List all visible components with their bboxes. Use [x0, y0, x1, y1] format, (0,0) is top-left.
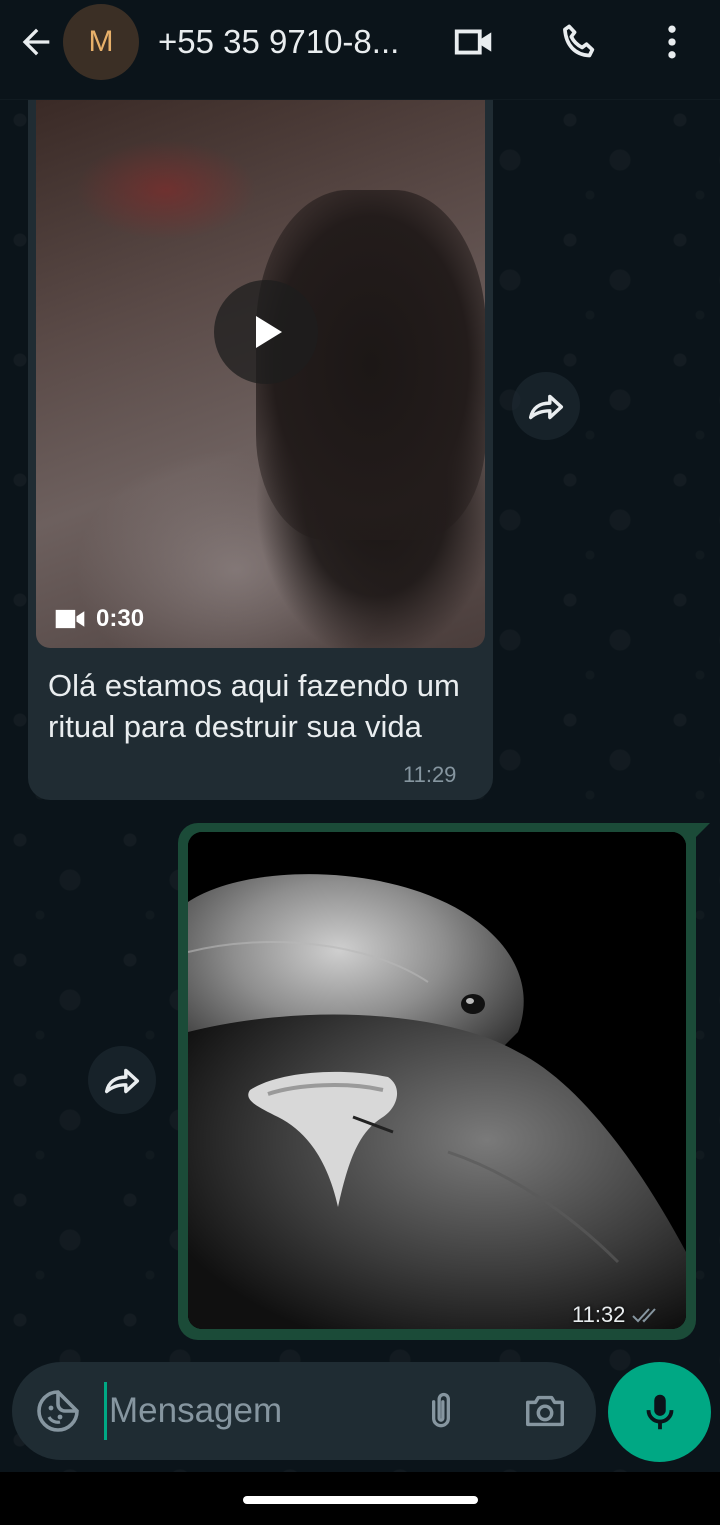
voice-message-button[interactable]	[608, 1362, 711, 1462]
message-time: 11:29	[403, 762, 457, 787]
voice-call-button[interactable]	[555, 18, 603, 66]
attach-button[interactable]	[417, 1387, 465, 1435]
double-check-icon	[632, 1308, 657, 1323]
message-input[interactable]	[104, 1382, 404, 1440]
pigeon-photo[interactable]: 11:32	[188, 832, 686, 1329]
bubble-tail	[694, 823, 710, 839]
chat-header: M +55 35 9710-8...	[0, 0, 720, 100]
outgoing-message-bubble[interactable]: 11:32	[178, 823, 710, 1340]
pigeon-image	[188, 832, 686, 1329]
incoming-message-bubble[interactable]: 0:30 Olá estamos aqui fazendo um ritual …	[28, 100, 493, 800]
contact-avatar[interactable]: M	[63, 4, 139, 80]
video-thumbnail[interactable]: 0:30	[36, 100, 485, 648]
video-duration: 0:30	[54, 605, 144, 633]
video-camera-icon	[454, 29, 492, 55]
camera-button[interactable]	[521, 1387, 569, 1435]
back-button[interactable]	[14, 20, 58, 64]
camera-icon	[526, 1395, 564, 1427]
forward-button[interactable]	[88, 1046, 156, 1114]
paperclip-icon	[432, 1392, 450, 1428]
play-icon	[256, 316, 282, 348]
sticker-button[interactable]	[34, 1387, 82, 1435]
message-composer	[12, 1362, 596, 1460]
message-caption: Olá estamos aqui fazendo um ritual para …	[48, 668, 460, 744]
microphone-icon	[646, 1394, 673, 1430]
message-time: 11:32	[572, 1302, 626, 1327]
forward-button[interactable]	[512, 372, 580, 440]
contact-name[interactable]: +55 35 9710-8...	[158, 20, 426, 64]
sticker-icon	[37, 1390, 79, 1432]
message-time-meta: 11:32	[572, 1302, 661, 1328]
video-call-button[interactable]	[450, 18, 498, 66]
phone-icon	[563, 24, 595, 58]
forward-icon	[104, 1068, 140, 1094]
video-duration-label: 0:30	[96, 605, 145, 632]
forward-icon	[528, 394, 564, 420]
avatar-initial: M	[88, 25, 114, 58]
more-vertical-icon	[668, 25, 676, 59]
video-camera-icon	[55, 609, 85, 629]
back-arrow-icon	[22, 28, 50, 56]
more-options-button[interactable]	[648, 18, 696, 66]
play-button[interactable]	[214, 280, 318, 384]
home-indicator[interactable]	[243, 1496, 478, 1504]
